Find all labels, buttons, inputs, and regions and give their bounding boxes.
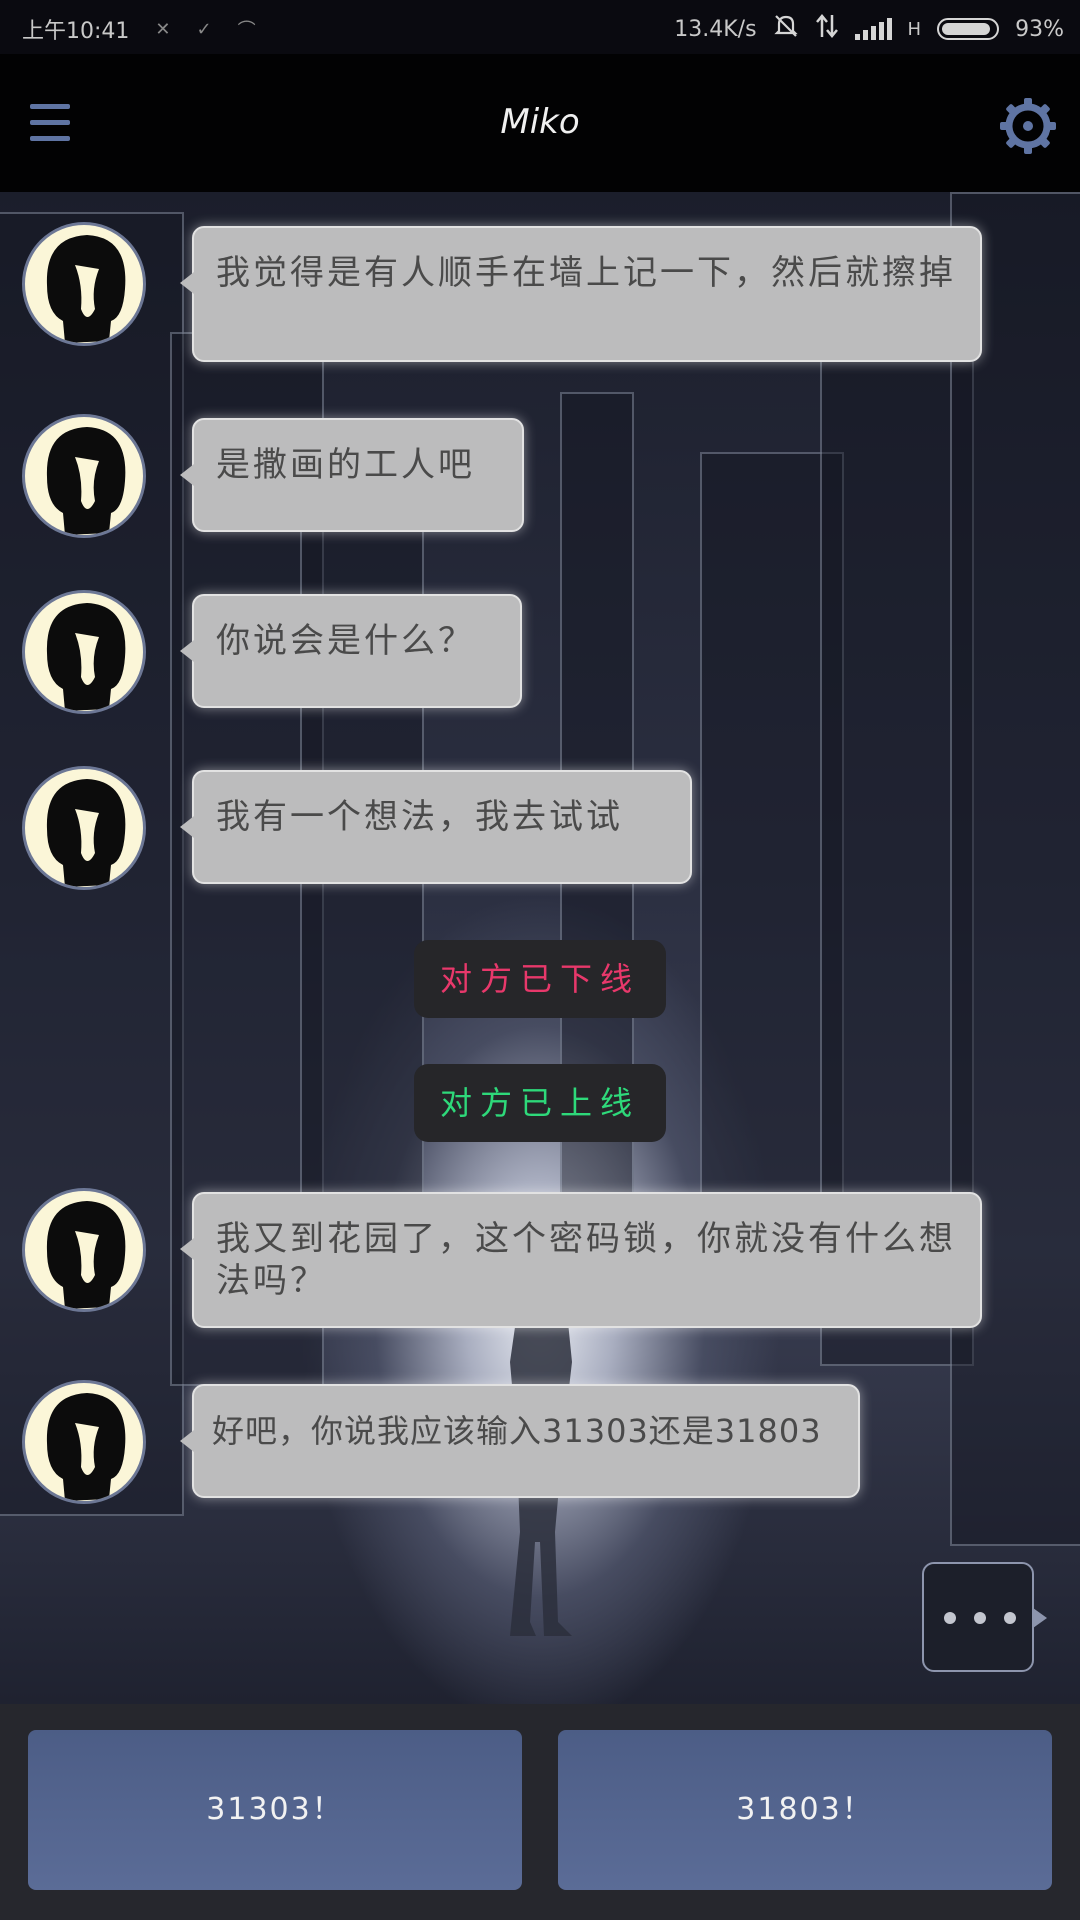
online-text: 对方已上线 [439,1084,640,1122]
avatar[interactable] [22,222,146,346]
battery-icon [937,18,1000,40]
avatar[interactable] [22,766,146,890]
message-bubble: 是撒画的工人吧 [180,418,524,532]
battery-fill [942,23,991,35]
offline-text: 对方已下线 [439,960,640,998]
avatar[interactable] [22,590,146,714]
message-bubble: 好吧，你说我应该输入31303还是31803 [180,1384,860,1498]
x-icon: ✕ [155,18,171,40]
status-time: 上午10:41 [22,19,130,44]
choice-label: 31303！ [206,1792,344,1827]
check-icon: ✓ [196,18,212,40]
message-bubble: 我又到花园了，这个密码锁，你就没有什么想法吗？ [180,1192,982,1328]
net-speed: 13.4K/s [674,16,757,42]
curve-icon: ⌒ [237,20,256,41]
message-bubble: 我有一个想法，我去试试 [180,770,692,884]
system-message-offline: 对方已下线 [414,940,666,1018]
building-right-3 [950,192,1080,1546]
chat-title: Miko [500,102,580,142]
more-dots-icon[interactable] [922,1562,1047,1672]
status-bar: 上午10:41 ✕ ✓ ⌒ 13.4K/s H 93% [0,0,1080,54]
battery-percent: 93% [1015,16,1064,42]
message-text: 你说会是什么？ [216,621,475,661]
avatar[interactable] [22,1188,146,1312]
message-bubble: 我觉得是有人顺手在墙上记一下，然后就擦掉 [180,226,982,362]
avatar[interactable] [22,1380,146,1504]
message-bubble: 你说会是什么？ [180,594,522,708]
message-text: 好吧，你说我应该输入31303还是31803 [212,1412,822,1450]
mute-bell-icon [773,13,799,45]
choice-label: 31803！ [736,1792,874,1827]
app-header: Miko [0,54,1080,192]
data-transfer-icon [815,13,839,45]
choice-button-31303[interactable]: 31303！ [28,1730,522,1890]
choice-button-31803[interactable]: 31803！ [558,1730,1052,1890]
avatar[interactable] [22,414,146,538]
network-type: H [907,18,922,40]
message-text: 我觉得是有人顺手在墙上记一下，然后就擦掉 [216,253,956,293]
system-message-online: 对方已上线 [414,1064,666,1142]
gear-icon[interactable] [998,96,1058,156]
reply-panel: 31303！ 31803！ [0,1704,1080,1920]
message-text: 我有一个想法，我去试试 [216,797,623,837]
message-text: 我又到花园了，这个密码锁，你就没有什么想法吗？ [216,1219,956,1301]
signal-icon [854,18,892,40]
message-text: 是撒画的工人吧 [216,445,475,485]
